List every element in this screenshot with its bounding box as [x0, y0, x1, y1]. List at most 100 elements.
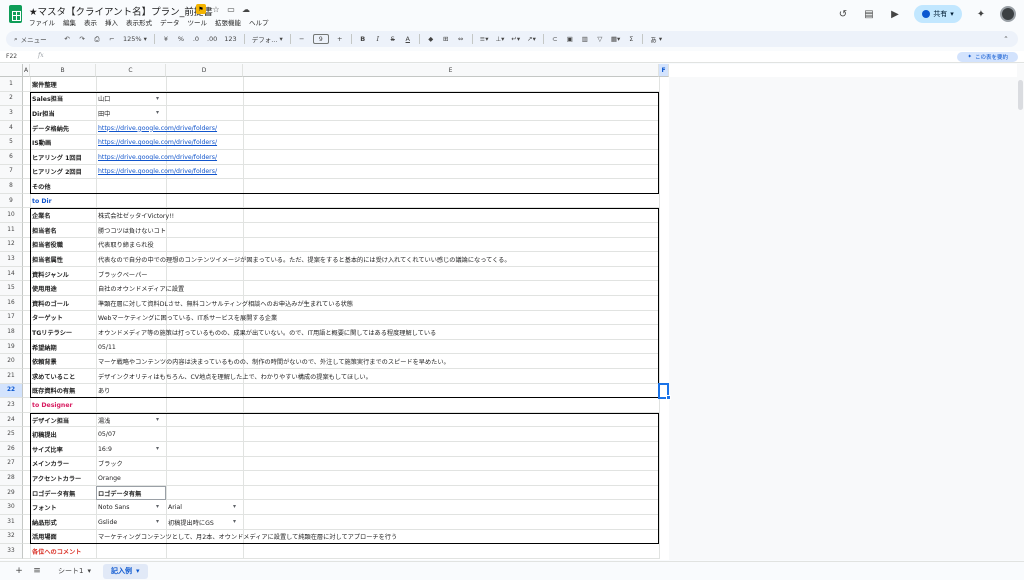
row-header[interactable]: 3	[0, 106, 23, 121]
insert-link-icon[interactable]: ⊂	[551, 33, 559, 45]
horizontal-align-icon[interactable]: ≡▾	[480, 33, 489, 45]
share-button[interactable]: 共有 ▾	[914, 5, 962, 23]
font-size-increase-icon[interactable]: +	[336, 33, 344, 45]
menu-file[interactable]: ファイル	[29, 17, 55, 27]
row-header[interactable]: 17	[0, 310, 23, 326]
row-header[interactable]: 21	[0, 369, 23, 384]
undo-icon[interactable]: ↶	[63, 33, 71, 45]
insert-comment-icon[interactable]: ▣	[566, 33, 574, 45]
row-header[interactable]: 16	[0, 296, 23, 311]
row-header[interactable]: 12	[0, 237, 23, 253]
chevron-down-icon[interactable]: ▾	[156, 109, 159, 116]
row-header[interactable]: 8	[0, 179, 23, 194]
row-header[interactable]: 24	[0, 412, 23, 428]
row-value[interactable]: 準顕在層に対して資料DLさせ、無料コンサルティング相談へのお申込みが生まれている…	[98, 296, 353, 311]
row-value[interactable]: Noto Sans	[98, 500, 129, 515]
chevron-down-icon[interactable]: ▾	[156, 416, 159, 423]
row-value[interactable]: 05/11	[98, 340, 116, 355]
vertical-align-icon[interactable]: ⊥▾	[495, 33, 504, 45]
sheet-tab-2[interactable]: 記入例 ▾	[102, 563, 148, 579]
italic-button[interactable]: I	[374, 33, 382, 45]
row-value[interactable]: Webマーケティングに困っている、IT系サービスを展開する企業	[98, 311, 277, 326]
summarize-table-button[interactable]: ✦ この表を要約	[957, 52, 1018, 62]
row-value[interactable]: 株式会社ゼッタイVictory!!	[98, 208, 174, 223]
row-header[interactable]: 6	[0, 150, 23, 165]
history-icon[interactable]: ↺	[836, 7, 850, 21]
spreadsheet-grid[interactable]: A B C D E F 1 2 3 4 5 6 7 8 9 10 11 12 13 14 15 16 17 18 19 20 21 2…	[0, 64, 1017, 560]
chevron-down-icon[interactable]: ▾	[156, 503, 159, 510]
row-header[interactable]: 11	[0, 223, 23, 238]
menu-view[interactable]: 表示	[84, 17, 97, 27]
strikethrough-button[interactable]: S	[389, 33, 397, 45]
row-header[interactable]: 4	[0, 120, 23, 136]
text-rotation-icon[interactable]: ↗▾	[527, 33, 536, 45]
meet-icon[interactable]: ▶	[888, 7, 902, 21]
row-header[interactable]: 18	[0, 325, 23, 340]
row-header[interactable]: 33	[0, 544, 23, 559]
filter-views-icon[interactable]: ▦▾	[611, 33, 620, 45]
merge-cells-icon[interactable]: ⇔	[457, 33, 465, 45]
extension-badge-icon[interactable]: ⚑	[196, 4, 206, 14]
row-header[interactable]: 20	[0, 354, 23, 369]
input-tools-button[interactable]: あ ▾	[650, 33, 662, 45]
row-value[interactable]: 代表取り締まられ役	[98, 238, 154, 253]
menu-data[interactable]: データ	[160, 17, 180, 27]
menu-insert[interactable]: 挿入	[105, 17, 118, 27]
fill-color-icon[interactable]: ◆	[427, 33, 435, 45]
drive-link[interactable]: https://drive.google.com/drive/folders/	[98, 135, 217, 150]
avatar[interactable]	[1000, 6, 1016, 22]
menu-tools[interactable]: ツール	[188, 17, 208, 27]
row-value[interactable]: 山口	[98, 92, 110, 107]
borders-icon[interactable]: ⊞	[442, 33, 450, 45]
comment-icon[interactable]: ▤	[862, 7, 876, 21]
menu-edit[interactable]: 編集	[63, 17, 76, 27]
row-value[interactable]: Gslide	[98, 515, 117, 530]
star-icon[interactable]: ☆	[211, 4, 221, 14]
column-header-d[interactable]: D	[166, 64, 243, 77]
fill-handle[interactable]	[666, 395, 671, 401]
column-header-e[interactable]: E	[243, 64, 659, 77]
move-folder-icon[interactable]: ▭	[226, 4, 236, 14]
row-value[interactable]: 05/07	[98, 427, 116, 442]
menu-search[interactable]: ⌕ メニュー	[14, 33, 56, 45]
column-header-c[interactable]: C	[96, 64, 166, 77]
row-header[interactable]: 14	[0, 266, 23, 282]
row-value[interactable]: ロゴデータ有無	[98, 486, 141, 501]
font-size-input[interactable]: 9	[312, 34, 329, 44]
row-value[interactable]: あり	[98, 384, 110, 399]
row-header[interactable]: 25	[0, 427, 23, 442]
chevron-down-icon[interactable]: ▾	[233, 518, 236, 525]
column-header-a[interactable]: A	[23, 64, 30, 77]
row-value[interactable]: 16:9	[98, 442, 112, 457]
scrollbar-thumb[interactable]	[1018, 80, 1023, 110]
number-format-button[interactable]: 123	[224, 33, 236, 45]
cloud-status-icon[interactable]: ☁	[241, 4, 251, 14]
font-size-decrease-icon[interactable]: −	[298, 33, 306, 45]
chevron-down-icon[interactable]: ▾	[233, 503, 236, 510]
row-header[interactable]: 23	[0, 398, 23, 413]
name-box[interactable]: F22	[6, 53, 17, 60]
print-icon[interactable]: ⎙	[93, 33, 101, 45]
menu-help[interactable]: ヘルプ	[249, 17, 269, 27]
menu-format[interactable]: 表示形式	[126, 17, 152, 27]
row-value[interactable]: ブラックペーパー	[98, 267, 147, 282]
text-color-button[interactable]: A	[404, 33, 412, 45]
row-header[interactable]: 13	[0, 252, 23, 267]
row-header[interactable]: 22	[0, 383, 23, 399]
drive-link[interactable]: https://drive.google.com/drive/folders/	[98, 150, 217, 165]
font-select[interactable]: デフォ... ▾	[252, 33, 283, 45]
row-value[interactable]: デザインクオリティはもちろん、CV地点を理解した上で、わかりやすい構成の提案もし…	[98, 369, 372, 384]
sheet-tab-1[interactable]: シート1 ▾	[50, 564, 99, 579]
row-header[interactable]: 10	[0, 208, 23, 223]
increase-decimal-button[interactable]: .00	[207, 33, 217, 45]
row-value-2[interactable]: Arial	[168, 500, 182, 515]
insert-chart-icon[interactable]: ▥	[581, 33, 589, 45]
percent-format-button[interactable]: %	[177, 33, 185, 45]
row-value[interactable]: 田中	[98, 106, 110, 121]
bold-button[interactable]: B	[359, 33, 367, 45]
row-value[interactable]: 勝つコツは負けないコト	[98, 223, 166, 238]
row-value[interactable]: 湯浅	[98, 413, 110, 428]
row-value[interactable]: オウンドメディア等の施策は打っているものの、成果が出ていない。ので、IT用語と概…	[98, 325, 436, 340]
zoom-select[interactable]: 125% ▾	[123, 33, 147, 45]
row-header[interactable]: 32	[0, 529, 23, 545]
